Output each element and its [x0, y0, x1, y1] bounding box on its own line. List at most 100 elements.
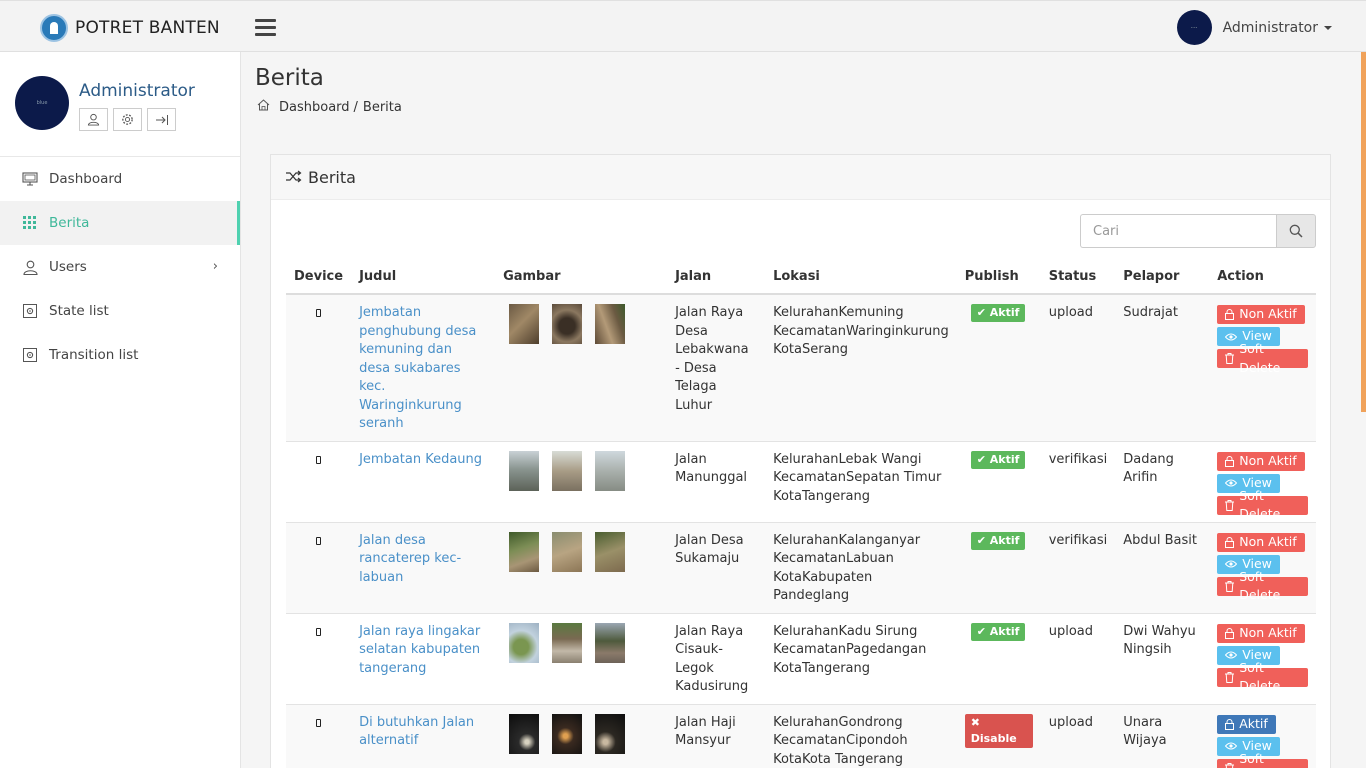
eye-icon	[1225, 742, 1238, 750]
publish-badge[interactable]: ✔ Aktif	[970, 531, 1026, 550]
non-aktif-button[interactable]: Non Aktif	[1217, 305, 1305, 324]
thumbnail-image[interactable]	[509, 713, 540, 754]
lokasi-kecamatan: KecamatanWaringinkurung	[773, 323, 949, 339]
mobile-device-icon	[316, 627, 322, 636]
gear-icon	[122, 114, 133, 125]
berita-title-link[interactable]: Di butuhkan Jalan alternatif	[359, 715, 474, 749]
sidebar-item-label: Users	[49, 259, 87, 275]
settings-button[interactable]	[113, 108, 142, 131]
sidebar-item-transition-list[interactable]: Transition list	[0, 333, 240, 377]
button-label: Non Aktif	[1239, 452, 1297, 468]
publish-badge[interactable]: ✔ Aktif	[970, 304, 1026, 322]
lokasi-kelurahan: KelurahanGondrong	[773, 714, 903, 730]
column-header[interactable]: Judul	[351, 260, 496, 295]
thumbnail-image[interactable]	[552, 531, 583, 572]
trash-icon	[1225, 353, 1235, 364]
brand-logo	[40, 14, 68, 42]
breadcrumb-dashboard[interactable]: Dashboard	[279, 100, 350, 115]
lokasi-kelurahan: KelurahanLebak Wangi	[773, 451, 922, 467]
profile-actions	[79, 108, 176, 131]
thumbnail-image[interactable]	[595, 622, 626, 663]
sidebar-item-state-list[interactable]: State list	[0, 289, 240, 333]
trash-icon	[1225, 580, 1235, 592]
aktif-button[interactable]: Aktif	[1217, 714, 1276, 734]
thumbnail-image[interactable]	[595, 304, 626, 344]
publish-badge[interactable]: ✔ Aktif	[970, 450, 1026, 469]
thumbnail-image[interactable]	[595, 713, 626, 754]
breadcrumb-separator: /	[353, 99, 358, 115]
non-aktif-button[interactable]: Non Aktif	[1217, 532, 1305, 552]
panel-title: Berita	[308, 167, 356, 187]
breadcrumb-current: Berita	[362, 99, 402, 115]
monitor-icon	[22, 171, 38, 187]
mobile-device-icon	[316, 718, 322, 727]
logout-icon	[155, 114, 168, 125]
search-input[interactable]	[1080, 214, 1276, 248]
column-header[interactable]: Pelapor	[1115, 260, 1210, 295]
scrollbar[interactable]	[1361, 52, 1366, 412]
profile-name: Administrator	[79, 81, 195, 101]
thumbnail-image[interactable]	[552, 622, 583, 663]
home-icon[interactable]	[257, 99, 270, 115]
grid-icon	[22, 215, 38, 231]
soft-delete-button[interactable]: Soft Delete	[1217, 751, 1308, 768]
column-header[interactable]: Action	[1209, 260, 1316, 295]
lokasi-kelurahan: KelurahanKalanganyar	[773, 532, 921, 548]
table-row: Jalan desa rancaterep kec-labuan Jalan D…	[286, 522, 1316, 614]
profile-button[interactable]	[79, 108, 108, 131]
logout-button[interactable]	[147, 108, 176, 131]
soft-delete-button[interactable]: Soft Delete	[1217, 660, 1308, 693]
status-cell: verifikasi	[1040, 441, 1116, 523]
sidebar-item-users[interactable]: Users ›	[0, 245, 240, 289]
berita-title-link[interactable]: Jembatan Kedaung	[359, 452, 482, 467]
sidebar-nav: Dashboard Berita Users › State list Tran…	[0, 157, 240, 377]
user-dropdown[interactable]: ··· Administrator	[1176, 10, 1332, 45]
user-name: Administrator	[1222, 19, 1318, 36]
trash-icon	[1225, 762, 1235, 768]
thumbnail-image[interactable]	[552, 304, 583, 344]
soft-delete-button[interactable]: Soft Delete	[1217, 569, 1308, 602]
search-button[interactable]	[1276, 214, 1316, 248]
non-aktif-button[interactable]: Non Aktif	[1217, 623, 1305, 643]
sidebar-item-dashboard[interactable]: Dashboard	[0, 157, 240, 201]
berita-title-link[interactable]: Jalan raya lingakar selatan kabupaten ta…	[359, 624, 480, 676]
eye-icon	[1225, 560, 1238, 568]
thumbnail-image[interactable]	[509, 450, 540, 491]
brand[interactable]: POTRET BANTEN	[40, 13, 220, 43]
menu-toggle-icon[interactable]	[255, 19, 276, 37]
berita-title-link[interactable]: Jembatan penghubung desa kemuning dan de…	[359, 305, 476, 431]
sidebar-item-label: Berita	[49, 215, 90, 231]
trash-icon	[1225, 671, 1235, 683]
soft-delete-button[interactable]: Soft Delete	[1217, 488, 1308, 521]
publish-label: Disable	[970, 731, 1017, 745]
column-header[interactable]: Device	[286, 260, 352, 295]
jalan-cell: Jalan Raya Cisauk-Legok Kadusirung	[667, 613, 766, 705]
column-header[interactable]: Publish	[956, 260, 1041, 295]
thumbnail-image[interactable]	[595, 450, 626, 491]
thumbnail-image[interactable]	[552, 713, 583, 754]
thumbnail-image[interactable]	[509, 622, 540, 663]
thumbnail-image[interactable]	[552, 450, 583, 491]
mobile-device-icon	[316, 309, 322, 317]
non-aktif-button[interactable]: Non Aktif	[1217, 451, 1305, 471]
thumbnail-image[interactable]	[509, 531, 540, 572]
sidebar: blue Administrator Dashboard Berita User…	[0, 52, 241, 768]
eye-icon	[1225, 479, 1238, 487]
thumbnail-image[interactable]	[509, 304, 540, 344]
column-header[interactable]: Status	[1040, 260, 1116, 295]
lock-icon	[1225, 627, 1235, 639]
lokasi-kota: KotaSerang	[773, 342, 849, 357]
column-header[interactable]: Lokasi	[765, 260, 957, 295]
publish-badge[interactable]: ✖ Disable	[964, 713, 1033, 748]
publish-badge[interactable]: ✔ Aktif	[970, 622, 1026, 641]
column-header[interactable]: Gambar	[495, 260, 668, 295]
sidebar-item-berita[interactable]: Berita	[0, 201, 240, 245]
mobile-device-icon	[316, 455, 322, 464]
thumbnail-image[interactable]	[595, 531, 626, 572]
soft-delete-button[interactable]: Soft Delete	[1217, 341, 1308, 375]
avatar: ···	[1176, 10, 1212, 45]
search-group	[1080, 214, 1316, 248]
column-header[interactable]: Jalan	[667, 260, 766, 295]
berita-title-link[interactable]: Jalan desa rancaterep kec-labuan	[359, 533, 461, 585]
button-label: Soft Delete	[1239, 750, 1264, 766]
